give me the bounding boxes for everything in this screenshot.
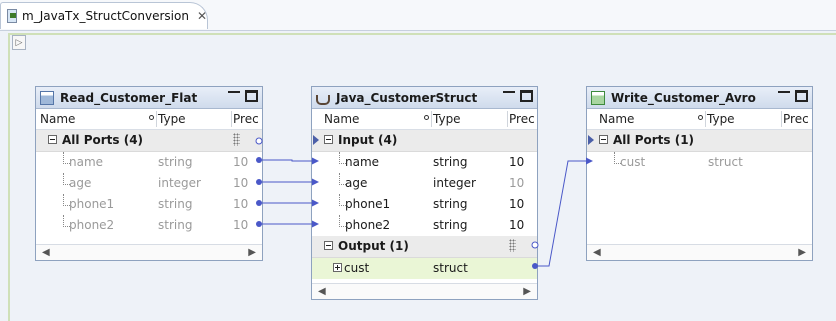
port-handle [532,263,538,269]
port-links [255,137,593,269]
port-handle [256,179,262,185]
port-handle [256,221,262,227]
group-port-handle [255,137,263,145]
port-handle [256,200,262,206]
link-name [259,157,319,165]
group-port-handle [531,241,539,249]
link-cust [535,157,593,267]
port-handle [256,157,262,163]
